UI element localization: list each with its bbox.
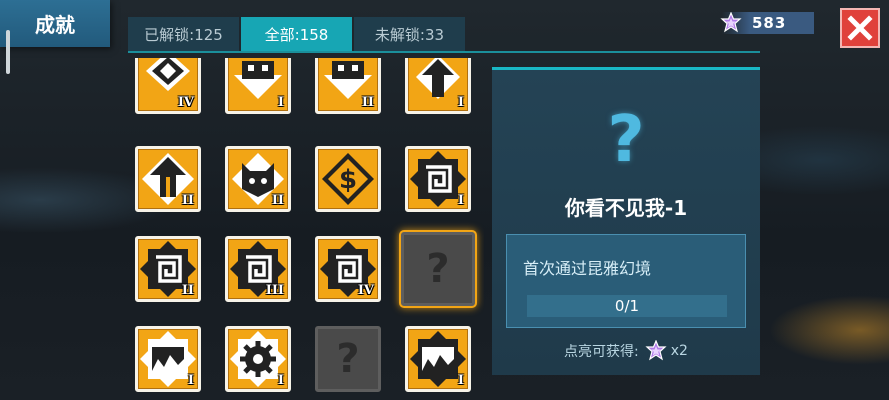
tier-label: I (457, 193, 464, 208)
reward-amount: x2 (670, 343, 688, 359)
achievement-badge[interactable]: II (315, 58, 381, 114)
tier-label: II (271, 193, 284, 208)
achievement-badge[interactable]: III (225, 236, 291, 302)
question-mark-icon: ? (607, 103, 645, 177)
tier-label: II (181, 193, 194, 208)
purple-star-icon (720, 12, 742, 33)
progress-bar: 0/1 (527, 295, 727, 317)
scroll-indicator (6, 30, 10, 74)
achievement-badge[interactable]: I (405, 326, 471, 392)
page-title: 成就 (0, 0, 110, 47)
filter-tabs: 已解锁:125 全部:158 未解锁:33 (128, 17, 467, 53)
tab-unlocked[interactable]: 已解锁:125 (128, 17, 239, 53)
tier-label: II (181, 283, 194, 298)
question-mark-icon: ? (336, 336, 360, 382)
question-mark-icon: ? (426, 246, 450, 292)
currency-counter: 583 (720, 12, 814, 34)
currency-amount: 583 (752, 14, 787, 32)
achievement-badge[interactable]: IV (135, 58, 201, 114)
achievement-description: 首次通过昆雅幻境 (523, 259, 652, 278)
tier-label: IV (357, 283, 374, 298)
achievement-badge[interactable]: II (135, 236, 201, 302)
achievement-badge[interactable]: $ (315, 146, 381, 212)
tier-label: III (265, 283, 284, 298)
achievement-badge[interactable]: I (405, 58, 471, 114)
reward-row: 点亮可获得: x2 (492, 340, 760, 362)
svg-text:$: $ (339, 165, 357, 195)
achievement-badge[interactable]: I (135, 326, 201, 392)
achievement-badge[interactable]: IV (315, 236, 381, 302)
achievement-badge[interactable]: II (225, 146, 291, 212)
tier-label: I (457, 95, 464, 110)
achievement-detail-panel: ? 你看不见我-1 首次通过昆雅幻境 0/1 点亮可获得: x2 (492, 67, 760, 375)
achievement-badge[interactable]: II (135, 146, 201, 212)
reward-label: 点亮可获得: (564, 344, 639, 360)
tier-label: IV (177, 95, 194, 110)
tab-underline (128, 51, 760, 53)
close-icon (847, 15, 873, 41)
progress-text: 0/1 (614, 297, 640, 315)
achievement-name: 你看不见我-1 (564, 196, 688, 220)
tier-label: II (361, 95, 374, 110)
tab-locked[interactable]: 未解锁:33 (354, 17, 465, 53)
achievement-description-box: 首次通过昆雅幻境 0/1 (506, 234, 746, 328)
achievement-badge[interactable]: I (405, 146, 471, 212)
tier-label: I (457, 373, 464, 388)
tier-label: I (277, 95, 284, 110)
close-button[interactable] (840, 8, 880, 48)
dollar-badge-icon: $ (322, 153, 374, 205)
achievement-badge-locked[interactable]: ? (315, 326, 381, 392)
achievement-badge[interactable]: I (225, 326, 291, 392)
tier-label: I (187, 373, 194, 388)
achievement-badge[interactable]: I (225, 58, 291, 114)
tier-label: I (277, 373, 284, 388)
purple-star-icon (645, 340, 667, 361)
tab-all[interactable]: 全部:158 (241, 17, 352, 53)
achievement-grid: IV I II I II II $ I II III IV ? I I ? I (128, 58, 484, 400)
achievement-badge-selected[interactable]: ? (401, 232, 475, 306)
